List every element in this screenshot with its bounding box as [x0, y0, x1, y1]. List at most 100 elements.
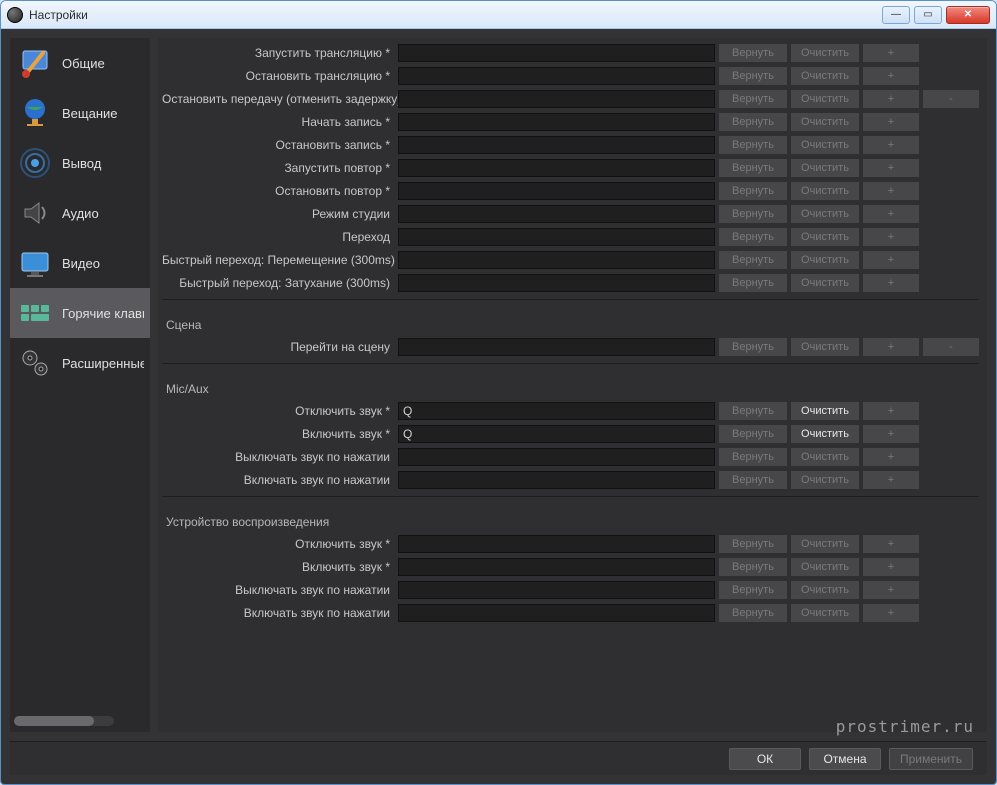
remove-button[interactable]: -: [923, 338, 979, 356]
hotkey-input[interactable]: [398, 67, 715, 85]
hotkey-input[interactable]: [398, 159, 715, 177]
revert-button[interactable]: Вернуть: [719, 604, 787, 622]
clear-button[interactable]: Очистить: [791, 274, 859, 292]
clear-button[interactable]: Очистить: [791, 558, 859, 576]
minimize-button[interactable]: —: [882, 6, 910, 24]
revert-button[interactable]: Вернуть: [719, 205, 787, 223]
revert-button[interactable]: Вернуть: [719, 425, 787, 443]
revert-button[interactable]: Вернуть: [719, 251, 787, 269]
revert-button[interactable]: Вернуть: [719, 159, 787, 177]
hotkey-input[interactable]: [398, 535, 715, 553]
add-button[interactable]: +: [863, 205, 919, 223]
add-button[interactable]: +: [863, 558, 919, 576]
clear-button[interactable]: Очистить: [791, 251, 859, 269]
hotkey-input[interactable]: [398, 205, 715, 223]
remove-button[interactable]: -: [923, 90, 979, 108]
close-button[interactable]: ✕: [946, 6, 990, 24]
add-button[interactable]: +: [863, 136, 919, 154]
hotkey-input[interactable]: [398, 274, 715, 292]
revert-button[interactable]: Вернуть: [719, 471, 787, 489]
hotkey-input[interactable]: [398, 251, 715, 269]
hotkey-input[interactable]: [398, 136, 715, 154]
revert-button[interactable]: Вернуть: [719, 182, 787, 200]
titlebar: Настройки — ▭ ✕: [1, 1, 996, 29]
ok-button[interactable]: ОК: [729, 748, 801, 770]
add-button[interactable]: +: [863, 535, 919, 553]
sidebar-item-audio[interactable]: Аудио: [10, 188, 150, 238]
revert-button[interactable]: Вернуть: [719, 402, 787, 420]
revert-button[interactable]: Вернуть: [719, 448, 787, 466]
revert-button[interactable]: Вернуть: [719, 338, 787, 356]
clear-button[interactable]: Очистить: [791, 113, 859, 131]
clear-button[interactable]: Очистить: [791, 402, 859, 420]
clear-button[interactable]: Очистить: [791, 604, 859, 622]
hotkey-input[interactable]: [398, 558, 715, 576]
sidebar-item-advanced[interactable]: Расширенные: [10, 338, 150, 388]
revert-button[interactable]: Вернуть: [719, 136, 787, 154]
revert-button[interactable]: Вернуть: [719, 44, 787, 62]
hotkey-input[interactable]: [398, 182, 715, 200]
sidebar-item-label: Горячие клавиши: [62, 306, 144, 321]
clear-button[interactable]: Очистить: [791, 535, 859, 553]
sidebar-item-stream[interactable]: Вещание: [10, 88, 150, 138]
clear-button[interactable]: Очистить: [791, 44, 859, 62]
add-button[interactable]: +: [863, 159, 919, 177]
add-button[interactable]: +: [863, 604, 919, 622]
hotkey-input[interactable]: [398, 338, 715, 356]
hotkey-input[interactable]: [398, 44, 715, 62]
revert-button[interactable]: Вернуть: [719, 113, 787, 131]
sidebar-item-output[interactable]: Вывод: [10, 138, 150, 188]
revert-button[interactable]: Вернуть: [719, 274, 787, 292]
add-button[interactable]: +: [863, 338, 919, 356]
add-button[interactable]: +: [863, 67, 919, 85]
apply-button[interactable]: Применить: [889, 748, 973, 770]
revert-button[interactable]: Вернуть: [719, 535, 787, 553]
add-button[interactable]: +: [863, 113, 919, 131]
hotkey-input[interactable]: [398, 425, 715, 443]
add-button[interactable]: +: [863, 182, 919, 200]
hotkey-row: Остановить трансляцию *ВернутьОчистить+: [162, 65, 979, 86]
sidebar-item-general[interactable]: Общие: [10, 38, 150, 88]
add-button[interactable]: +: [863, 90, 919, 108]
add-button[interactable]: +: [863, 448, 919, 466]
add-button[interactable]: +: [863, 228, 919, 246]
clear-button[interactable]: Очистить: [791, 228, 859, 246]
clear-button[interactable]: Очистить: [791, 581, 859, 599]
hotkey-input[interactable]: [398, 90, 715, 108]
add-button[interactable]: +: [863, 471, 919, 489]
clear-button[interactable]: Очистить: [791, 425, 859, 443]
revert-button[interactable]: Вернуть: [719, 228, 787, 246]
clear-button[interactable]: Очистить: [791, 338, 859, 356]
hotkey-input[interactable]: [398, 113, 715, 131]
add-button[interactable]: +: [863, 402, 919, 420]
revert-button[interactable]: Вернуть: [719, 581, 787, 599]
clear-button[interactable]: Очистить: [791, 67, 859, 85]
clear-button[interactable]: Очистить: [791, 205, 859, 223]
sidebar-scrollbar[interactable]: [14, 716, 114, 726]
sidebar-item-hotkeys[interactable]: Горячие клавиши: [10, 288, 150, 338]
clear-button[interactable]: Очистить: [791, 136, 859, 154]
hotkey-label: Отключить звук *: [162, 537, 394, 551]
maximize-button[interactable]: ▭: [914, 6, 942, 24]
clear-button[interactable]: Очистить: [791, 159, 859, 177]
add-button[interactable]: +: [863, 251, 919, 269]
revert-button[interactable]: Вернуть: [719, 67, 787, 85]
hotkey-input[interactable]: [398, 402, 715, 420]
revert-button[interactable]: Вернуть: [719, 90, 787, 108]
add-button[interactable]: +: [863, 581, 919, 599]
hotkey-input[interactable]: [398, 471, 715, 489]
hotkey-input[interactable]: [398, 448, 715, 466]
clear-button[interactable]: Очистить: [791, 471, 859, 489]
clear-button[interactable]: Очистить: [791, 90, 859, 108]
hotkey-input[interactable]: [398, 228, 715, 246]
cancel-button[interactable]: Отмена: [809, 748, 881, 770]
sidebar-item-video[interactable]: Видео: [10, 238, 150, 288]
revert-button[interactable]: Вернуть: [719, 558, 787, 576]
clear-button[interactable]: Очистить: [791, 448, 859, 466]
add-button[interactable]: +: [863, 425, 919, 443]
hotkey-input[interactable]: [398, 604, 715, 622]
clear-button[interactable]: Очистить: [791, 182, 859, 200]
hotkey-input[interactable]: [398, 581, 715, 599]
add-button[interactable]: +: [863, 44, 919, 62]
add-button[interactable]: +: [863, 274, 919, 292]
